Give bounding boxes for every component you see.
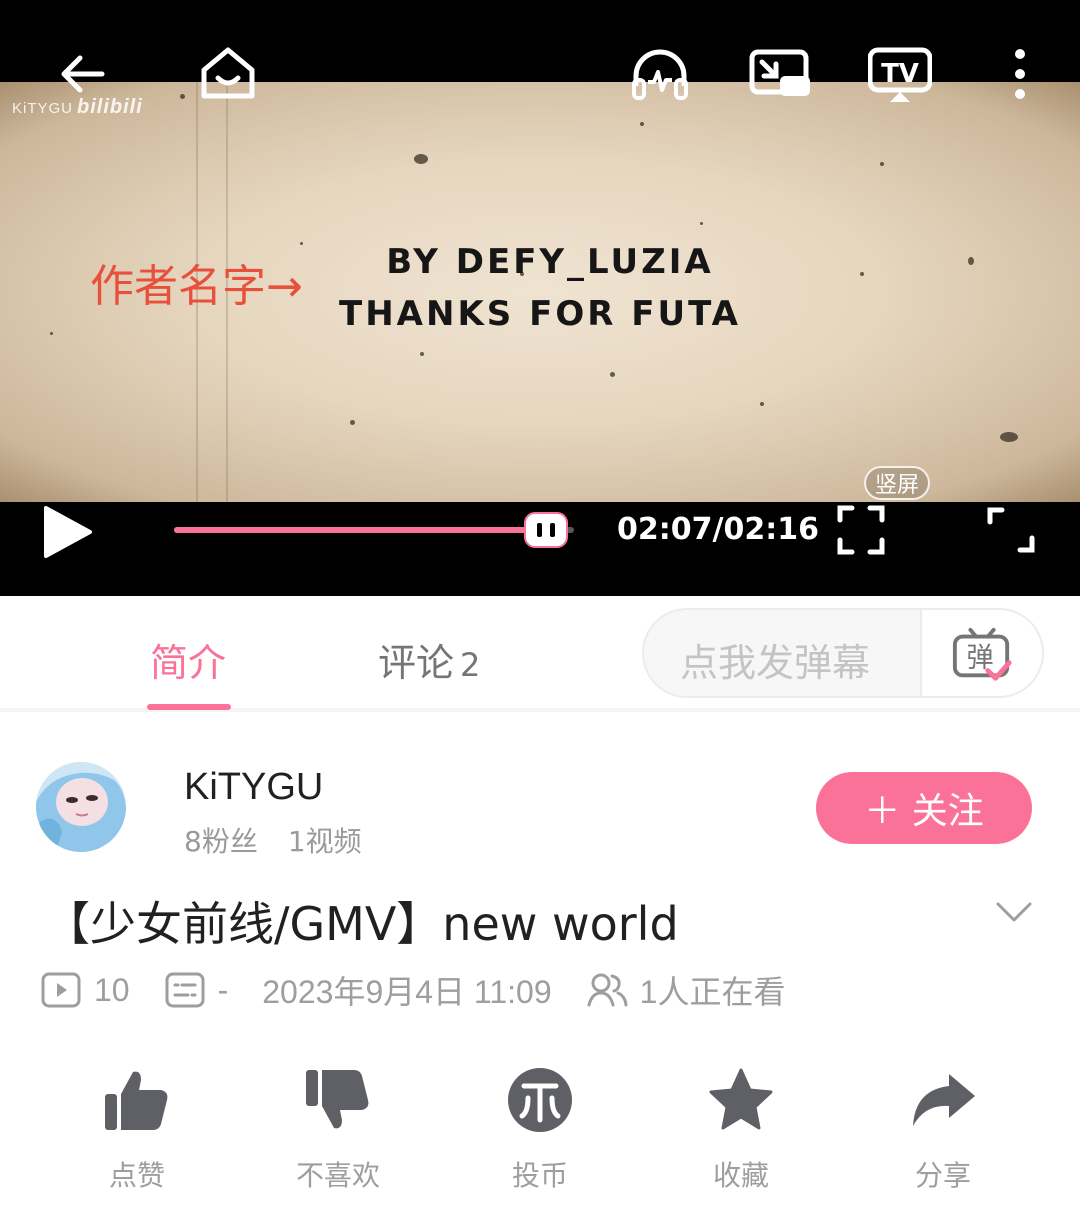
follow-button[interactable]: ＋ 关注	[816, 772, 1032, 844]
thumbs-up-icon	[105, 1071, 168, 1130]
tab-intro[interactable]: 简介	[150, 632, 226, 687]
author-name[interactable]: KiTYGU	[184, 766, 323, 809]
watching-count: 1人正在看	[639, 974, 786, 1010]
video-title: 【少女前线/GMV】new world	[44, 897, 679, 951]
tab-comments[interactable]: 评论 2	[378, 632, 480, 687]
avatar[interactable]	[36, 762, 126, 852]
video-frame[interactable]: 作者名字→ BY DEFY_LUZIA THANKS FOR FUTA	[0, 82, 1080, 502]
progress-bar[interactable]	[174, 512, 574, 548]
more-vertical-icon[interactable]	[988, 42, 1052, 106]
danmaku-icon: 弹	[952, 627, 1012, 681]
dislike-button[interactable]: 不喜欢	[258, 1062, 418, 1194]
player-controls: 02:07/02:16	[0, 502, 1080, 596]
progress-fill	[174, 527, 546, 533]
play-count: 10	[94, 971, 130, 1008]
author-videos: 1视频	[287, 825, 362, 858]
video-credit-line-2: THANKS FOR FUTA	[339, 294, 741, 334]
watching-icon	[587, 973, 628, 1007]
author-stats: 8粉丝 1视频	[184, 820, 362, 860]
rotate-fullscreen-icon[interactable]	[986, 504, 1036, 556]
headphone-icon[interactable]	[628, 42, 692, 106]
danmaku-toggle-button[interactable]: 弹	[920, 610, 1042, 696]
chevron-down-icon[interactable]	[992, 892, 1036, 932]
back-arrow-icon[interactable]	[52, 42, 116, 106]
publish-time: 2023年9月4日 11:09	[262, 974, 552, 1010]
action-bar: 点赞 不喜欢 投币 收藏 分享	[0, 1062, 1080, 1202]
danmaku-count-icon	[165, 972, 205, 1008]
svg-text:TV: TV	[881, 59, 919, 89]
video-meta: 10 - 2023年9月4日 11:09 1人正在看	[40, 968, 785, 1012]
comments-count: 2	[460, 646, 481, 684]
home-icon[interactable]	[196, 42, 260, 106]
play-icon[interactable]	[40, 502, 96, 562]
coin-button[interactable]: 投币	[460, 1062, 620, 1194]
danmaku-count: -	[217, 971, 229, 1008]
thumbs-down-icon	[306, 1070, 369, 1129]
star-icon	[709, 1068, 773, 1130]
video-player[interactable]: 作者名字→ BY DEFY_LUZIA THANKS FOR FUTA KiTY…	[0, 0, 1080, 596]
picture-in-picture-icon[interactable]	[748, 42, 812, 106]
progress-thumb-icon[interactable]	[523, 510, 569, 550]
play-count-icon	[41, 972, 81, 1008]
video-credit-line-1: BY DEFY_LUZIA	[386, 242, 714, 282]
playback-time: 02:07/02:16	[617, 512, 819, 547]
tab-active-indicator	[147, 704, 231, 710]
fullscreen-icon[interactable]	[836, 504, 886, 556]
author-fans: 8粉丝	[184, 825, 258, 858]
tv-cast-icon[interactable]: TV	[868, 42, 932, 106]
like-button[interactable]: 点赞	[57, 1062, 217, 1194]
vertical-screen-button[interactable]: 竖屏	[864, 466, 930, 500]
danmaku-input[interactable]: 点我发弹幕 弹	[642, 608, 1044, 698]
favorite-button[interactable]: 收藏	[661, 1062, 821, 1194]
detail-tabs: 简介 评论 2 点我发弹幕 弹	[0, 596, 1080, 712]
danmaku-placeholder[interactable]: 点我发弹幕	[680, 632, 870, 687]
share-button[interactable]: 分享	[863, 1062, 1023, 1194]
coin-icon	[508, 1068, 572, 1132]
share-icon	[913, 1074, 975, 1126]
